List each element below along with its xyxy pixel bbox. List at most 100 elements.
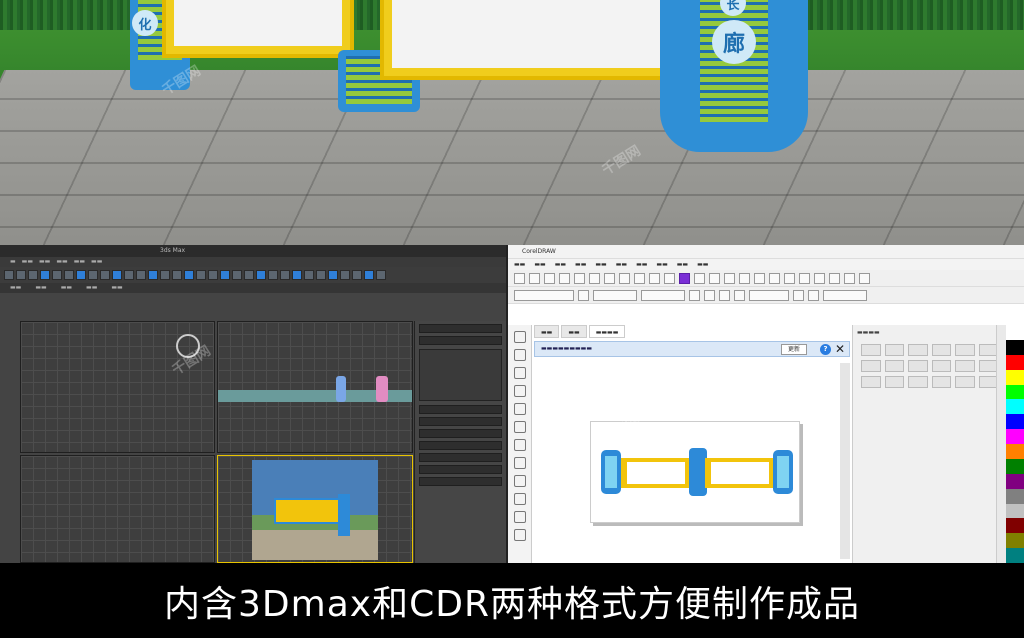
docker-button[interactable] bbox=[931, 344, 951, 356]
tool-icon[interactable] bbox=[316, 270, 326, 280]
doc-tab[interactable]: ▬▬ bbox=[534, 325, 560, 338]
palette-swatch[interactable] bbox=[1006, 503, 1024, 519]
tool-icon[interactable] bbox=[244, 270, 254, 280]
tool-icon[interactable] bbox=[76, 270, 86, 280]
color-palette[interactable] bbox=[1006, 325, 1024, 563]
update-button[interactable]: 更新 bbox=[781, 344, 807, 355]
cdr-menu-item[interactable]: ▬▬ bbox=[656, 259, 667, 270]
tool-icon[interactable] bbox=[619, 272, 630, 284]
palette-swatch[interactable] bbox=[1006, 369, 1024, 385]
tool-icon[interactable] bbox=[340, 270, 350, 280]
tool-icon[interactable] bbox=[808, 289, 819, 301]
viewport-left[interactable] bbox=[20, 455, 215, 563]
palette-swatch[interactable] bbox=[1006, 444, 1024, 459]
tool-icon[interactable] bbox=[784, 272, 795, 284]
panel-field[interactable] bbox=[419, 324, 502, 333]
tool-icon[interactable] bbox=[172, 270, 182, 280]
tool-icon[interactable] bbox=[160, 270, 170, 280]
tool-icon[interactable] bbox=[513, 385, 526, 397]
cdr-menu-item[interactable]: ▬▬ bbox=[616, 259, 627, 270]
tool-icon[interactable] bbox=[679, 272, 690, 284]
palette-swatch[interactable] bbox=[1006, 399, 1024, 415]
panel-field[interactable] bbox=[419, 441, 502, 450]
max-menu-item[interactable]: ▬▬ bbox=[22, 257, 33, 267]
tool-icon[interactable] bbox=[513, 493, 526, 505]
max-ribbon-tab[interactable]: ▬▬ bbox=[111, 283, 122, 293]
tool-icon[interactable] bbox=[148, 270, 158, 280]
cdr-menu-item[interactable]: ▬▬ bbox=[555, 259, 566, 270]
tool-icon[interactable] bbox=[514, 289, 574, 301]
tool-icon[interactable] bbox=[184, 270, 194, 280]
tool-icon[interactable] bbox=[754, 272, 765, 284]
tool-icon[interactable] bbox=[719, 289, 730, 301]
tool-icon[interactable] bbox=[513, 403, 526, 415]
tool-icon[interactable] bbox=[16, 270, 26, 280]
cdr-menu-item[interactable]: ▬▬ bbox=[677, 259, 688, 270]
docker-tabs[interactable] bbox=[996, 325, 1006, 563]
docker-button[interactable] bbox=[908, 360, 928, 372]
max-menu-item[interactable]: ▬ bbox=[10, 257, 16, 267]
tool-icon[interactable] bbox=[793, 289, 804, 301]
tool-icon[interactable] bbox=[124, 270, 134, 280]
tool-icon[interactable] bbox=[589, 272, 600, 284]
tool-icon[interactable] bbox=[364, 270, 374, 280]
palette-swatch[interactable] bbox=[1006, 488, 1024, 504]
tool-icon[interactable] bbox=[574, 272, 585, 284]
cdr-menu-item[interactable]: ▬▬ bbox=[575, 259, 586, 270]
tool-icon[interactable] bbox=[513, 367, 526, 379]
docker-button[interactable] bbox=[931, 376, 951, 388]
tool-icon[interactable] bbox=[694, 272, 705, 284]
docker-button[interactable] bbox=[931, 360, 951, 372]
tool-icon[interactable] bbox=[136, 270, 146, 280]
viewport-perspective[interactable] bbox=[217, 455, 413, 563]
panel-field[interactable] bbox=[419, 405, 502, 414]
tool-icon[interactable] bbox=[232, 270, 242, 280]
max-menu-item[interactable]: ▬▬ bbox=[74, 257, 85, 267]
tool-icon[interactable] bbox=[328, 270, 338, 280]
tool-icon[interactable] bbox=[220, 270, 230, 280]
tool-icon[interactable] bbox=[593, 289, 637, 301]
max-menu-item[interactable]: ▬▬ bbox=[91, 257, 102, 267]
tool-icon[interactable] bbox=[513, 331, 526, 343]
panel-field[interactable] bbox=[419, 429, 502, 438]
viewport-front[interactable] bbox=[217, 321, 413, 453]
tool-icon[interactable] bbox=[734, 289, 745, 301]
tool-icon[interactable] bbox=[513, 529, 526, 541]
tool-icon[interactable] bbox=[52, 270, 62, 280]
tool-icon[interactable] bbox=[709, 272, 720, 284]
tool-icon[interactable] bbox=[634, 272, 645, 284]
viewport-top[interactable] bbox=[20, 321, 215, 453]
tool-icon[interactable] bbox=[649, 272, 660, 284]
tool-icon[interactable] bbox=[514, 272, 525, 284]
tool-icon[interactable] bbox=[749, 289, 789, 301]
tool-icon[interactable] bbox=[292, 270, 302, 280]
cdr-menu-item[interactable]: ▬▬ bbox=[697, 259, 708, 270]
tool-icon[interactable] bbox=[64, 270, 74, 280]
docker-button[interactable] bbox=[908, 344, 928, 356]
panel-field[interactable] bbox=[419, 453, 502, 462]
palette-swatch[interactable] bbox=[1006, 429, 1024, 444]
max-menu-item[interactable]: ▬▬ bbox=[56, 257, 67, 267]
panel-field[interactable] bbox=[419, 465, 502, 474]
cdr-menu-item[interactable]: ▬▬ bbox=[595, 259, 606, 270]
panel-field[interactable] bbox=[419, 336, 502, 345]
tool-icon[interactable] bbox=[513, 457, 526, 469]
panel-list[interactable] bbox=[419, 349, 502, 401]
tool-icon[interactable] bbox=[859, 272, 870, 284]
cdr-menu-item[interactable]: ▬▬ bbox=[514, 259, 525, 270]
tool-icon[interactable] bbox=[513, 475, 526, 487]
tool-icon[interactable] bbox=[604, 272, 615, 284]
close-icon[interactable]: ✕ bbox=[835, 342, 845, 356]
cdr-menu-item[interactable]: ▬▬ bbox=[636, 259, 647, 270]
palette-swatch[interactable] bbox=[1006, 533, 1024, 549]
docker-button[interactable] bbox=[861, 360, 881, 372]
tool-icon[interactable] bbox=[100, 270, 110, 280]
palette-swatch[interactable] bbox=[1006, 339, 1024, 355]
panel-field[interactable] bbox=[419, 477, 502, 486]
tool-icon[interactable] bbox=[799, 272, 810, 284]
tool-icon[interactable] bbox=[513, 349, 526, 361]
tool-icon[interactable] bbox=[513, 511, 526, 523]
help-icon[interactable]: ? bbox=[820, 344, 831, 355]
tool-icon[interactable] bbox=[829, 272, 840, 284]
tool-icon[interactable] bbox=[268, 270, 278, 280]
